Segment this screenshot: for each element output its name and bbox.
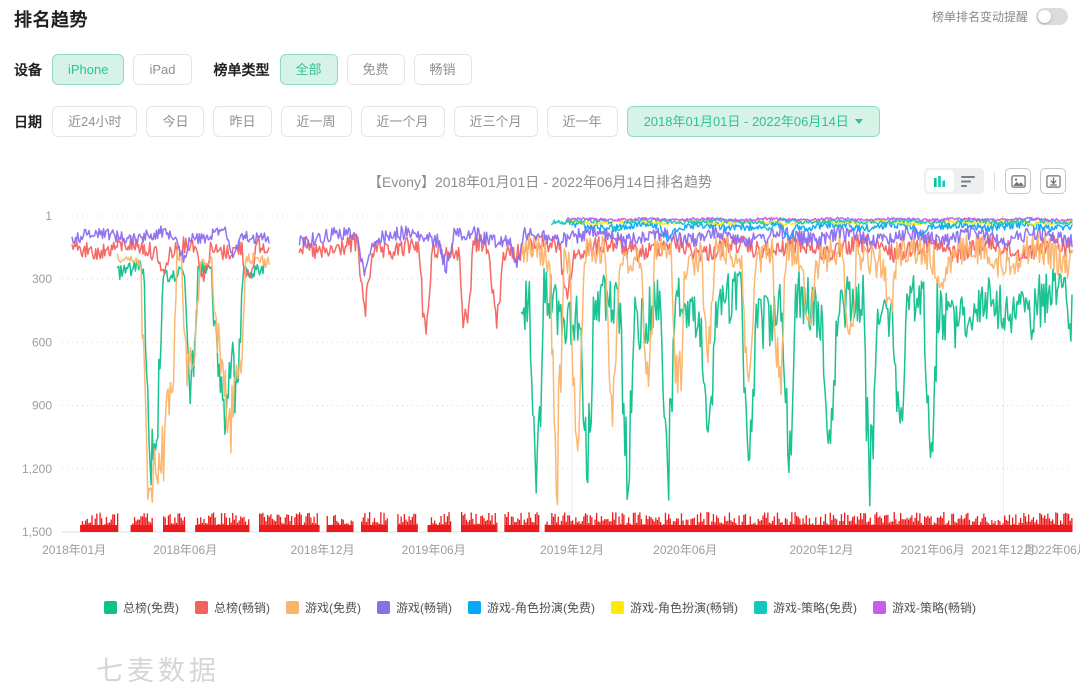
- legend-item[interactable]: 游戏(畅销): [377, 599, 452, 616]
- chart-toolbar: [924, 168, 1066, 194]
- date-filter-label: 日期: [14, 113, 42, 130]
- legend-swatch: [468, 601, 481, 614]
- download-icon[interactable]: [1040, 168, 1066, 194]
- date-option-last-24h[interactable]: 近24小时: [52, 106, 138, 137]
- svg-text:2018年06月: 2018年06月: [153, 543, 217, 557]
- image-export-icon[interactable]: [1005, 168, 1031, 194]
- watermark: 七麦数据: [96, 656, 220, 687]
- date-option-last-3-months[interactable]: 近三个月: [453, 106, 538, 137]
- svg-text:2021年06月: 2021年06月: [901, 543, 965, 557]
- svg-text:2020年12月: 2020年12月: [789, 543, 853, 557]
- legend-label: 游戏-角色扮演(畅销): [630, 601, 738, 615]
- legend-label: 游戏(畅销): [396, 601, 452, 615]
- chevron-down-icon: [854, 119, 863, 125]
- svg-text:1,200: 1,200: [22, 462, 52, 476]
- legend-item[interactable]: 游戏-策略(免费): [754, 599, 857, 616]
- svg-text:2019年12月: 2019年12月: [540, 543, 604, 557]
- legend-label: 游戏-策略(畅销): [892, 601, 976, 615]
- chart-svg: 1 300 600 900 1,200 1,500 2018年01月 2018年06月 2018…: [22, 209, 1080, 557]
- rank-trend-chart-card: 【Evony】2018年01月01日 - 2022年06月14日排名趋势 1 3…: [0, 156, 1080, 687]
- date-option-last-week[interactable]: 近一周: [280, 106, 352, 137]
- svg-text:900: 900: [32, 399, 52, 413]
- legend-item[interactable]: 总榜(畅销): [195, 599, 270, 616]
- chart-legend: 总榜(免费) 总榜(畅销) 游戏(免费) 游戏(畅销) 游戏-角色扮演(免费) 游戏-角色…: [0, 599, 1080, 616]
- rank-change-alert[interactable]: 榜单排名变动提醒: [932, 8, 1068, 25]
- filter-row-date: 日期 近24小时 今日 昨日 近一周 近一个月 近三个月 近一年 2018年01…: [14, 106, 889, 137]
- legend-label: 总榜(免费): [123, 601, 179, 615]
- legend-swatch: [377, 601, 390, 614]
- list-type-option-grossing[interactable]: 畅销: [413, 54, 472, 85]
- legend-label: 游戏(免费): [305, 601, 361, 615]
- legend-label: 游戏-策略(免费): [773, 601, 857, 615]
- svg-text:2018年01月: 2018年01月: [42, 543, 106, 557]
- date-range-picker[interactable]: 2018年01月01日 - 2022年06月14日: [626, 106, 880, 137]
- toggle-knob: [1038, 10, 1051, 23]
- svg-text:2019年06月: 2019年06月: [402, 543, 466, 557]
- bar-chart-icon[interactable]: [926, 170, 954, 192]
- legend-item[interactable]: 总榜(免费): [104, 599, 179, 616]
- legend-item[interactable]: 游戏(免费): [286, 599, 361, 616]
- rank-trend-plot[interactable]: 1 300 600 900 1,200 1,500 2018年01月 2018年06月 2018…: [0, 202, 1080, 574]
- svg-text:2020年06月: 2020年06月: [653, 543, 717, 557]
- legend-item[interactable]: 游戏-策略(畅销): [873, 599, 976, 616]
- svg-text:600: 600: [32, 335, 52, 349]
- date-option-today[interactable]: 今日: [146, 106, 205, 137]
- legend-label: 总榜(畅销): [214, 601, 270, 615]
- device-filter-label: 设备: [14, 61, 42, 78]
- device-option-iphone[interactable]: iPhone: [52, 54, 125, 85]
- date-range-value: 2018年01月01日 - 2022年06月14日: [643, 114, 849, 129]
- toolbar-divider: [994, 172, 995, 190]
- chart-title: 【Evony】2018年01月01日 - 2022年06月14日排名趋势: [368, 174, 712, 190]
- date-option-yesterday[interactable]: 昨日: [213, 106, 272, 137]
- legend-swatch: [286, 601, 299, 614]
- legend-swatch: [611, 601, 624, 614]
- filter-row-device-type: 设备 iPhone iPad 榜单类型 全部 免费 畅销: [14, 54, 481, 85]
- svg-text:1: 1: [45, 209, 52, 223]
- legend-label: 游戏-角色扮演(免费): [487, 601, 595, 615]
- legend-swatch: [754, 601, 767, 614]
- legend-swatch: [195, 601, 208, 614]
- ranking-trend-page: 排名趋势 榜单排名变动提醒 设备 iPhone iPad 榜单类型 全部 免费 …: [0, 0, 1080, 687]
- rank-change-alert-label: 榜单排名变动提醒: [931, 10, 1028, 24]
- svg-text:1,500: 1,500: [22, 525, 52, 539]
- list-type-filter-label: 榜单类型: [213, 61, 270, 78]
- view-mode-switch: [924, 168, 984, 194]
- svg-text:300: 300: [32, 272, 52, 286]
- date-option-last-month[interactable]: 近一个月: [360, 106, 445, 137]
- list-type-option-all[interactable]: 全部: [279, 54, 338, 85]
- svg-text:2022年06月: 2022年06月: [1025, 543, 1080, 557]
- device-option-ipad[interactable]: iPad: [133, 54, 192, 85]
- date-option-last-year[interactable]: 近一年: [546, 106, 618, 137]
- legend-item[interactable]: 游戏-角色扮演(免费): [468, 599, 595, 616]
- legend-swatch: [104, 601, 117, 614]
- chart-series: [116, 259, 1073, 507]
- rank-change-alert-toggle[interactable]: [1036, 8, 1068, 25]
- legend-swatch: [873, 601, 886, 614]
- list-type-option-free[interactable]: 免费: [346, 54, 405, 85]
- legend-item[interactable]: 游戏-角色扮演(畅销): [611, 599, 738, 616]
- event-bars: [80, 512, 1073, 532]
- svg-text:2018年12月: 2018年12月: [291, 543, 355, 557]
- list-icon[interactable]: [954, 170, 982, 192]
- page-title: 排名趋势: [14, 10, 88, 30]
